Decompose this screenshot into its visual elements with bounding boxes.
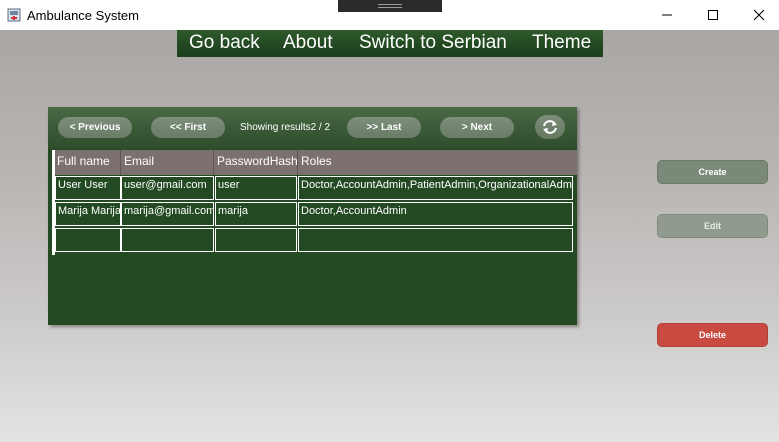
cell-roles[interactable]: Doctor,AccountAdmin,PatientAdmin,Organiz… (298, 176, 573, 200)
previous-button[interactable]: < Previous (58, 117, 132, 138)
close-icon (753, 9, 765, 21)
first-button[interactable]: << First (151, 117, 225, 138)
top-menu: Go back About Switch to Serbian Theme (177, 30, 603, 57)
cell-full-name[interactable]: User User (55, 176, 121, 200)
table-header: Full name Email PasswordHash Roles (52, 150, 577, 175)
refresh-button[interactable] (535, 115, 565, 139)
cell-full-name[interactable]: Marija Marija (55, 202, 121, 226)
minimize-icon (662, 14, 672, 16)
column-header-email[interactable]: Email (124, 154, 154, 168)
menu-switch-language[interactable]: Switch to Serbian (359, 32, 507, 54)
column-header-roles[interactable]: Roles (301, 154, 332, 168)
title-bar[interactable]: Ambulance System (0, 0, 779, 30)
close-button[interactable] (736, 0, 779, 30)
cell-roles[interactable] (298, 228, 573, 252)
cell-email[interactable]: marija@gmail.com (121, 202, 214, 226)
menu-go-back[interactable]: Go back (189, 32, 260, 54)
app-icon (7, 8, 21, 22)
cell-password-hash[interactable]: user (215, 176, 297, 200)
showing-results-text: Showing results2 / 2 (240, 122, 331, 133)
maximize-icon (708, 10, 718, 20)
users-panel: < Previous << First Showing results2 / 2… (48, 107, 577, 325)
column-header-full-name[interactable]: Full name (57, 154, 110, 168)
drag-handle[interactable] (338, 0, 442, 12)
window-title: Ambulance System (27, 8, 139, 23)
users-table: Full name Email PasswordHash Roles User … (52, 150, 577, 255)
delete-button[interactable]: Delete (657, 323, 768, 347)
last-button[interactable]: >> Last (347, 117, 421, 138)
create-button[interactable]: Create (657, 160, 768, 184)
minimize-button[interactable] (644, 0, 690, 30)
maximize-button[interactable] (690, 0, 736, 30)
menu-theme[interactable]: Theme (532, 32, 591, 54)
column-header-password-hash[interactable]: PasswordHash (217, 154, 298, 168)
cell-password-hash[interactable]: marija (215, 202, 297, 226)
cell-password-hash[interactable] (215, 228, 297, 252)
cell-full-name[interactable] (55, 228, 121, 252)
pager-bar: < Previous << First Showing results2 / 2… (48, 107, 577, 149)
refresh-icon (543, 120, 557, 134)
main-area: Go back About Switch to Serbian Theme < … (0, 30, 779, 442)
cell-roles[interactable]: Doctor,AccountAdmin (298, 202, 573, 226)
next-button[interactable]: > Next (440, 117, 514, 138)
cell-email[interactable] (121, 228, 214, 252)
menu-about[interactable]: About (283, 32, 333, 54)
cell-email[interactable]: user@gmail.com (121, 176, 214, 200)
edit-button[interactable]: Edit (657, 214, 768, 238)
